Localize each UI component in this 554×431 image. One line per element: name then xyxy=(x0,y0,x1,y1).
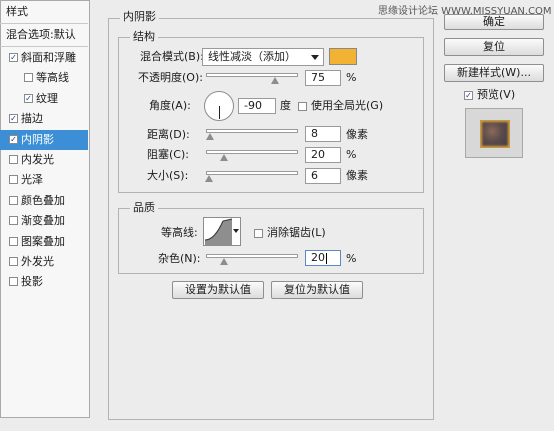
contour-picker[interactable] xyxy=(203,217,241,246)
noise-input[interactable]: 20 xyxy=(305,250,341,266)
contour-label: 等高线: xyxy=(161,226,198,239)
chevron-down-icon xyxy=(233,229,239,233)
opacity-input[interactable]: 75 xyxy=(305,70,341,86)
distance-input[interactable]: 8 xyxy=(305,126,341,142)
blend-options-label: 混合选项:默认 xyxy=(6,28,76,41)
style-item-5[interactable]: ✓ 内阴影 xyxy=(0,129,88,150)
styles-header: 样式 xyxy=(6,5,28,18)
style-item-checkbox[interactable] xyxy=(9,155,18,164)
style-item-10[interactable]: 图案叠加 xyxy=(0,232,88,252)
size-input[interactable]: 6 xyxy=(305,168,341,184)
noise-percent: % xyxy=(346,252,357,265)
style-item-checkbox[interactable]: ✓ xyxy=(9,53,18,62)
preview-checkbox[interactable]: ✓ xyxy=(464,91,473,100)
style-item-label: 渐变叠加 xyxy=(21,214,65,228)
style-item-6[interactable]: 内发光 xyxy=(0,150,88,170)
style-item-7[interactable]: 光泽 xyxy=(0,170,88,190)
preview-label: 预览(V) xyxy=(477,88,516,101)
choke-label: 阻塞(C): xyxy=(147,148,189,161)
styles-list-panel: 样式 混合选项:默认 ✓ 斜面和浮雕 等高线 ✓ 纹理 ✓ 描边 ✓ 内阴影 内发光 光泽 颜色叠加渐… xyxy=(0,0,90,418)
style-item-label: 图案叠加 xyxy=(21,234,65,248)
distance-unit: 像素 xyxy=(346,128,368,141)
opacity-slider-track[interactable] xyxy=(206,73,298,77)
style-item-label: 纹理 xyxy=(36,91,58,105)
chevron-down-icon xyxy=(311,55,319,60)
antialias-label: 消除锯齿(L) xyxy=(267,226,326,239)
style-item-label: 斜面和浮雕 xyxy=(21,51,76,64)
style-item-checkbox[interactable]: ✓ xyxy=(24,93,33,103)
noise-slider-thumb[interactable] xyxy=(220,258,229,265)
preview-swatch xyxy=(480,120,510,148)
size-label: 大小(S): xyxy=(147,169,189,182)
inner-shadow-title: 内阴影 xyxy=(120,10,159,24)
style-item-checkbox[interactable] xyxy=(9,277,18,287)
ok-button[interactable]: 确定 xyxy=(444,14,544,30)
style-item-2[interactable]: 等高线 xyxy=(0,68,88,88)
reset-default-button[interactable]: 复位为默认值 xyxy=(271,281,363,299)
style-item-label: 颜色叠加 xyxy=(21,193,65,207)
style-item-checkbox[interactable] xyxy=(9,257,18,266)
preview-thumbnail xyxy=(465,108,523,158)
style-item-label: 等高线 xyxy=(36,71,69,85)
structure-title: 结构 xyxy=(130,30,158,44)
style-item-11[interactable]: 外发光 xyxy=(0,252,88,272)
size-slider-track[interactable] xyxy=(206,171,298,175)
style-item-label: 内阴影 xyxy=(21,132,54,146)
noise-label: 杂色(N): xyxy=(158,252,201,265)
angle-dial-needle xyxy=(219,106,220,119)
style-item-checkbox[interactable] xyxy=(9,195,18,205)
blend-mode-select[interactable]: 线性减淡（添加） xyxy=(202,48,324,66)
distance-slider-thumb[interactable] xyxy=(205,133,214,140)
style-item-checkbox[interactable] xyxy=(9,236,18,246)
opacity-slider-thumb[interactable] xyxy=(271,77,279,84)
distance-slider-track[interactable] xyxy=(206,129,298,133)
size-unit: 像素 xyxy=(346,169,368,182)
opacity-percent: % xyxy=(346,71,357,84)
style-item-label: 内发光 xyxy=(21,153,54,166)
blend-mode-label: 混合模式(B): xyxy=(140,50,204,63)
style-item-label: 投影 xyxy=(21,275,43,289)
style-item-4[interactable]: ✓ 描边 xyxy=(0,109,88,129)
blend-options-item[interactable]: 混合选项:默认 xyxy=(0,25,88,45)
style-item-12[interactable]: 投影 xyxy=(0,272,88,292)
global-light-checkbox[interactable] xyxy=(298,102,307,111)
contour-curve-icon xyxy=(205,218,233,245)
choke-input[interactable]: 20 xyxy=(305,147,341,163)
set-default-button[interactable]: 设置为默认值 xyxy=(172,281,264,299)
angle-input[interactable]: -90 xyxy=(238,98,276,114)
style-item-checkbox[interactable]: ✓ xyxy=(9,114,18,124)
distance-label: 距离(D): xyxy=(147,128,190,141)
new-style-button[interactable]: 新建样式(W)... xyxy=(444,64,544,82)
angle-label: 角度(A): xyxy=(149,99,191,112)
style-item-checkbox[interactable] xyxy=(9,175,18,185)
global-light-label: 使用全局光(G) xyxy=(311,99,384,112)
style-item-label: 外发光 xyxy=(21,255,54,268)
style-item-checkbox[interactable]: ✓ xyxy=(9,134,18,144)
style-item-8[interactable]: 颜色叠加 xyxy=(0,191,88,211)
style-item-3[interactable]: ✓ 纹理 xyxy=(0,89,88,109)
style-item-label: 光泽 xyxy=(21,173,43,187)
angle-unit: 度 xyxy=(280,99,291,112)
antialias-checkbox[interactable] xyxy=(254,229,263,238)
blend-mode-value: 线性减淡（添加） xyxy=(208,50,296,63)
choke-percent: % xyxy=(346,148,357,161)
style-item-checkbox[interactable] xyxy=(9,216,18,226)
angle-dial[interactable] xyxy=(204,91,234,121)
size-slider-thumb[interactable] xyxy=(204,175,213,182)
text-caret xyxy=(326,252,327,264)
style-item-1[interactable]: ✓ 斜面和浮雕 xyxy=(0,48,88,68)
noise-value: 20 xyxy=(311,251,325,264)
style-item-9[interactable]: 渐变叠加 xyxy=(0,211,88,231)
choke-slider-thumb[interactable] xyxy=(220,154,229,161)
reset-button[interactable]: 复位 xyxy=(444,38,544,56)
quality-title: 品质 xyxy=(130,201,158,215)
shadow-color-swatch[interactable] xyxy=(329,48,357,65)
style-item-label: 描边 xyxy=(21,112,43,126)
style-item-checkbox[interactable] xyxy=(24,73,33,83)
opacity-label: 不透明度(O): xyxy=(138,71,203,84)
